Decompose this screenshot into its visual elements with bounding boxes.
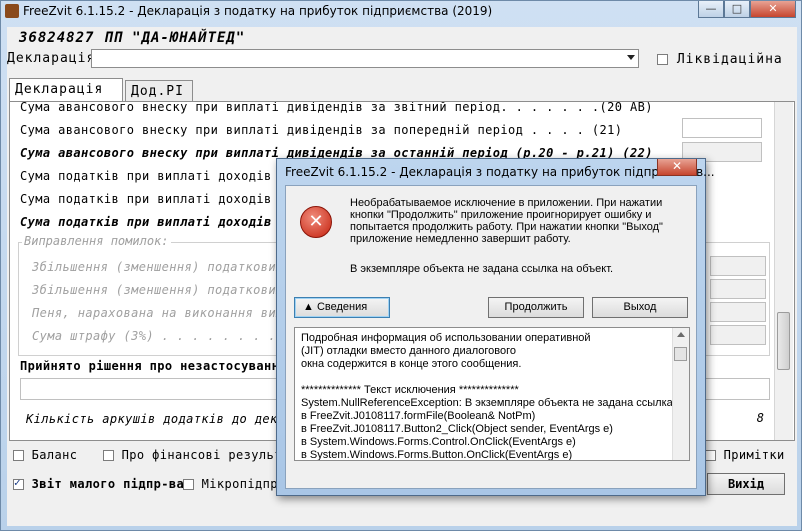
checkbox-box[interactable]: [705, 450, 716, 461]
scrollbar-thumb[interactable]: [674, 347, 687, 361]
window-title: FreeZvit 6.1.15.2 - Декларація з податку…: [23, 4, 493, 18]
scrollbar-thumb[interactable]: [777, 312, 790, 370]
correction-item: Пеня, нарахована на виконання вимог: [32, 306, 299, 320]
liquidation-label: Ліквідаційна: [676, 52, 783, 67]
details-textbox[interactable]: Подробная информация об использовании оп…: [294, 327, 690, 461]
small-business-checkbox[interactable]: Звіт малого підпр-ва: [13, 476, 185, 491]
checkbox-box[interactable]: [13, 450, 24, 461]
liquidation-checkbox[interactable]: Ліквідаційна: [657, 52, 783, 67]
details-scrollbar[interactable]: [672, 328, 689, 460]
correction-item: Збільшення (зменшення) податкових: [32, 260, 284, 274]
chevron-down-icon: [627, 55, 635, 60]
balance-label: Баланс: [31, 448, 78, 462]
details-button[interactable]: ▲ Сведения: [294, 297, 390, 318]
correction-item: Збільшення (зменшення) податкових: [32, 283, 284, 297]
continue-button[interactable]: Продолжить: [488, 297, 584, 318]
notes-label: Примітки: [723, 448, 785, 462]
correction-field: [710, 325, 766, 345]
dialog-close-button[interactable]: ✕: [657, 159, 697, 176]
notes-checkbox[interactable]: Примітки: [705, 448, 785, 462]
declaration-select[interactable]: [91, 49, 639, 68]
details-line: в FreeZvit.J0108117.Button2_Click(Object…: [301, 423, 613, 435]
company-title: 36824827 ПП "ДА-ЮНАЙТЕД": [19, 30, 246, 46]
correction-field: [710, 256, 766, 276]
error-dialog: FreeZvit 6.1.15.2 - Декларація з податку…: [276, 158, 715, 496]
dialog-message: Необрабатываемое исключение в приложении…: [350, 197, 663, 245]
dialog-title: FreeZvit 6.1.15.2 - Декларація з податку…: [285, 165, 715, 179]
maximize-button[interactable]: □: [724, 1, 750, 18]
details-line: окна содержится в конце этого сообщения.: [301, 358, 522, 370]
row-line-20: Сума авансового внеску при виплаті дивід…: [20, 101, 653, 114]
app-icon: [5, 4, 19, 18]
correction-field: [710, 279, 766, 299]
tab-dod-ri[interactable]: Дод.РІ: [125, 80, 193, 102]
tab-declaration[interactable]: Декларація: [9, 78, 123, 102]
exit-button[interactable]: Вихід: [707, 473, 785, 495]
minimize-button[interactable]: —: [698, 1, 724, 18]
details-line: (JIT) отладки вместо данного диалогового: [301, 345, 516, 357]
declaration-label: Декларація:: [7, 51, 105, 66]
small-business-label: Звіт малого підпр-ва: [31, 477, 185, 491]
details-line: ************** Текст исключения ********…: [301, 384, 519, 396]
row-line-21: Сума авансового внеску при виплаті дивід…: [20, 123, 623, 137]
correction-item: Сума штрафу (3%) . . . . . . . .: [32, 329, 276, 343]
micro-label: Мікропідпр-: [201, 477, 286, 491]
dialog-body: ✕ Необрабатываемое исключение в приложен…: [285, 185, 697, 489]
title-bar[interactable]: FreeZvit 6.1.15.2 - Декларація з податку…: [1, 1, 802, 21]
row-tax-2: Сума податків при виплаті доходів: [20, 192, 272, 206]
micro-checkbox[interactable]: Мікропідпр-: [183, 477, 286, 491]
details-line: Подробная информация об использовании оп…: [301, 332, 591, 344]
row-tax-3: Сума податків при виплаті доходів: [20, 215, 272, 229]
checkbox-box[interactable]: [103, 450, 114, 461]
details-line: в System.Windows.Forms.Button.OnClick(Ev…: [301, 449, 573, 461]
checkbox-box[interactable]: [13, 476, 24, 490]
details-line: System.NullReferenceException: В экземпл…: [301, 397, 689, 409]
quit-button[interactable]: Выход: [592, 297, 688, 318]
correction-field: [710, 302, 766, 322]
details-line: в System.Windows.Forms.Control.OnClick(E…: [301, 436, 576, 448]
corrections-title: Виправлення помилок:: [22, 234, 171, 248]
checkbox-box[interactable]: [183, 479, 194, 490]
scroll-up-icon[interactable]: [677, 332, 685, 337]
dialog-message-detail: В экземпляре объекта не задана ссылка на…: [350, 263, 614, 275]
row-tax-1: Сума податків при виплаті доходів: [20, 169, 272, 183]
fin-results-checkbox[interactable]: Про фінансові результати: [103, 448, 305, 462]
checkbox-box[interactable]: [657, 54, 668, 65]
balance-checkbox[interactable]: Баланс: [13, 448, 77, 462]
error-icon: ✕: [300, 206, 332, 238]
vertical-scrollbar[interactable]: [774, 102, 793, 440]
close-button[interactable]: ✕: [750, 1, 796, 18]
field-line-21[interactable]: [682, 118, 762, 138]
decision-label: Прийнято рішення про незастосування: [20, 359, 287, 373]
details-line: в FreeZvit.J0108117.formFile(Boolean& No…: [301, 410, 536, 422]
